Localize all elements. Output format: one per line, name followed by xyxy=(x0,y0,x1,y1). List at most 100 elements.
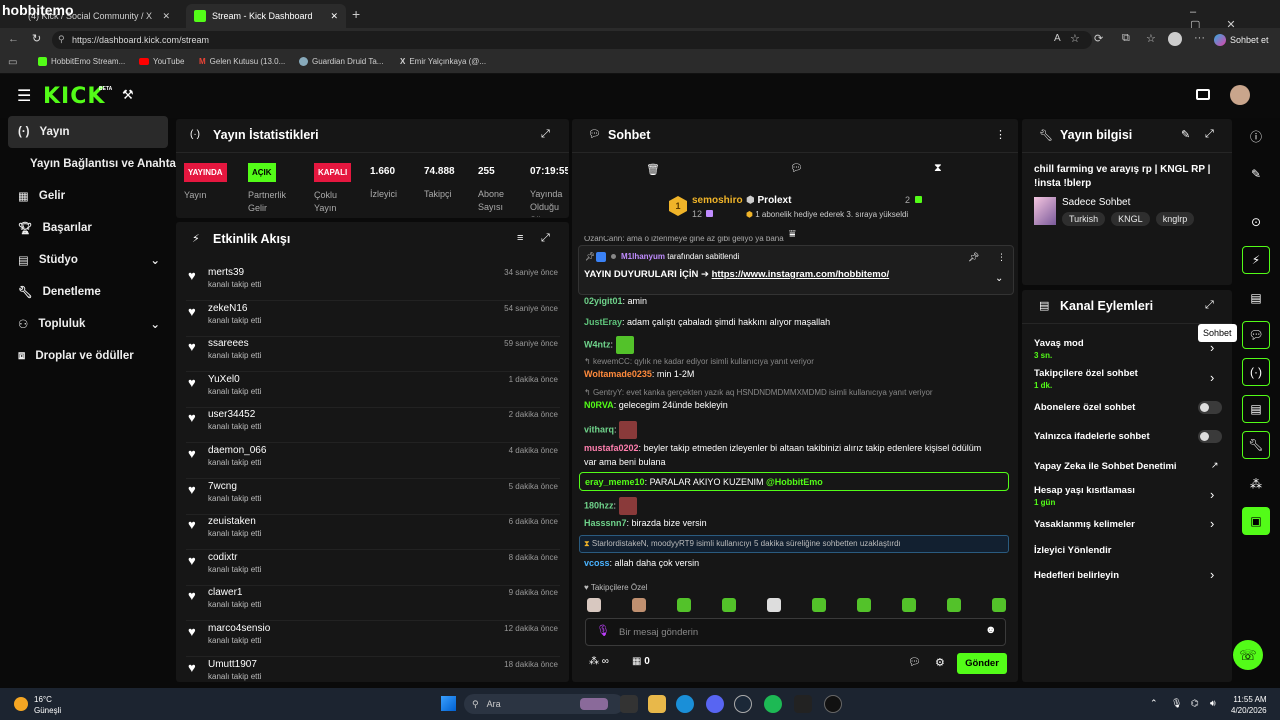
emote-button[interactable] xyxy=(992,598,1006,612)
chevron-right-icon[interactable]: › xyxy=(1210,567,1214,582)
split-screen-icon[interactable]: ⧉ xyxy=(1122,32,1130,45)
new-tab-icon[interactable]: + xyxy=(352,6,360,22)
more-vertical-icon[interactable]: ⋮ xyxy=(997,252,1006,263)
action-goals[interactable]: Hedefleri belirleyin xyxy=(1034,570,1119,581)
emote-button[interactable] xyxy=(722,598,736,612)
extensions-icon[interactable]: ⟳ xyxy=(1094,32,1103,45)
community-icon[interactable]: ⁂ xyxy=(1242,470,1270,498)
tab-kick-dashboard[interactable]: Stream - Kick Dashboard ✕ xyxy=(186,4,346,28)
emote-button[interactable] xyxy=(767,598,781,612)
send-button[interactable]: Gönder xyxy=(957,653,1007,674)
chevron-right-icon[interactable]: › xyxy=(1210,516,1214,531)
microphone-icon[interactable]: 🎙︎ xyxy=(596,624,610,637)
chat-rail-icon[interactable]: 💬︎ xyxy=(1242,321,1270,349)
sidebar-item-studyo[interactable]: ▤ Stüdyo ⌄ xyxy=(8,244,168,276)
favorites-icon[interactable]: ☆ xyxy=(1146,32,1156,45)
site-info-icon[interactable]: ⚲ xyxy=(58,34,65,45)
help-button[interactable]: ☏ xyxy=(1233,640,1263,670)
network-icon[interactable]: ⌬ xyxy=(1191,698,1199,709)
event-user[interactable]: zeuistaken xyxy=(208,516,256,527)
emote-button[interactable] xyxy=(812,598,826,612)
popout-icon[interactable]: ⤢ xyxy=(541,232,550,245)
chat-username[interactable]: vitharq xyxy=(584,424,614,434)
read-aloud-icon[interactable]: A xyxy=(1054,33,1061,44)
edge-icon[interactable] xyxy=(676,695,694,713)
sidebar-item-droplar[interactable]: ⧈ Droplar ve ödüller xyxy=(8,340,168,372)
trash-icon[interactable]: 🗑︎ xyxy=(646,163,660,176)
user-avatar[interactable] xyxy=(1230,85,1250,105)
event-user[interactable]: daemon_066 xyxy=(208,445,266,456)
bookmark-item[interactable]: YouTube xyxy=(139,57,184,66)
hamburger-menu-icon[interactable]: ☰ xyxy=(17,86,31,106)
emoji-icon[interactable]: ☻ xyxy=(985,624,997,636)
sidebar-item-gelir[interactable]: ▦ Gelir xyxy=(8,180,168,212)
event-user[interactable]: marco4sensio xyxy=(208,623,270,634)
volume-icon[interactable]: 🔊︎ xyxy=(1210,698,1216,709)
action-ai-moderation[interactable]: Yapay Zeka ile Sohbet Denetimi xyxy=(1034,461,1177,472)
kick-app-icon[interactable]: ▣ xyxy=(1242,507,1270,535)
emotes-only-toggle[interactable] xyxy=(1198,430,1222,443)
chat-username[interactable]: 180hzz xyxy=(584,500,614,510)
tag[interactable]: KNGL xyxy=(1111,212,1150,226)
clock[interactable]: 11:55 AM 4/20/2026 xyxy=(1231,694,1267,716)
obs-icon[interactable] xyxy=(824,695,842,713)
chat-mention[interactable]: @HobbitEmo xyxy=(766,477,823,487)
tag[interactable]: Turkish xyxy=(1062,212,1106,226)
category-name[interactable]: Sadece Sohbet xyxy=(1062,197,1130,208)
windows-start-icon[interactable] xyxy=(441,696,456,711)
bookmark-item[interactable]: Guardian Druid Ta... xyxy=(299,57,383,66)
action-followers-only[interactable]: Takipçilere özel sohbet 1 dk. xyxy=(1034,368,1138,390)
theater-mode-icon[interactable] xyxy=(1196,89,1210,100)
file-explorer-icon[interactable] xyxy=(648,695,666,713)
event-user[interactable]: codixtr xyxy=(208,552,237,563)
emote-button[interactable] xyxy=(947,598,961,612)
camera-icon[interactable]: ⊙ xyxy=(1242,208,1270,236)
popout-icon[interactable]: ⤢ xyxy=(1205,128,1214,141)
sidebar-item-yayin[interactable]: (·) Yayın xyxy=(8,116,168,148)
profile-avatar[interactable] xyxy=(1168,32,1182,46)
chat-settings-bubble-icon[interactable]: 💬︎ xyxy=(908,657,921,668)
microphone-icon[interactable]: 🎙︎ xyxy=(1171,698,1182,709)
emote-button[interactable] xyxy=(632,598,646,612)
external-link-icon[interactable]: ↗ xyxy=(1211,460,1219,471)
terminal-icon[interactable] xyxy=(794,695,812,713)
bookmarks-menu-icon[interactable]: ▭ xyxy=(8,57,17,68)
favorite-star-icon[interactable]: ☆ xyxy=(1070,32,1080,45)
emote-button[interactable] xyxy=(587,598,601,612)
close-icon[interactable]: ✕ xyxy=(330,11,338,22)
action-slow-mode[interactable]: Yavaş mod 3 sn. xyxy=(1034,338,1084,360)
event-user[interactable]: zekeN16 xyxy=(208,303,247,314)
chevron-down-icon[interactable]: ⌄ xyxy=(995,273,1003,284)
chevron-right-icon[interactable]: › xyxy=(1210,487,1214,502)
chat-username[interactable]: eray_meme10 xyxy=(585,477,645,487)
points-row[interactable]: ⁂ ∞ xyxy=(589,656,609,667)
popout-icon[interactable]: ⤢ xyxy=(541,128,550,141)
chat-username[interactable]: N0RVA xyxy=(584,400,614,410)
close-icon[interactable]: ✕ xyxy=(162,11,170,22)
popout-icon[interactable]: ⤢ xyxy=(1205,299,1214,312)
filter-icon[interactable]: ≡ xyxy=(517,232,523,244)
tag[interactable]: knglrp xyxy=(1155,212,1195,226)
event-user[interactable]: YuXel0 xyxy=(208,374,240,385)
broadcast-icon[interactable]: (·) xyxy=(1242,358,1270,386)
chat-icon[interactable]: 💬︎ xyxy=(790,163,803,174)
more-vertical-icon[interactable]: ⋮ xyxy=(995,128,1006,141)
chevron-right-icon[interactable]: › xyxy=(1210,340,1214,355)
collapse-icon[interactable]: ⩸ xyxy=(789,228,796,241)
action-banned-words[interactable]: Yasaklanmış kelimeler xyxy=(1034,519,1135,530)
chat-username[interactable]: mustafa0202 xyxy=(584,443,639,453)
discord-icon[interactable] xyxy=(706,695,724,713)
event-user[interactable]: clawer1 xyxy=(208,587,242,598)
hourglass-icon[interactable]: ⧗ xyxy=(934,162,942,175)
info-icon[interactable]: ⓘ xyxy=(1242,122,1270,150)
kick-logo[interactable]: KICK xyxy=(43,84,105,109)
channel-actions-icon[interactable]: ▤ xyxy=(1242,395,1270,423)
chevron-right-icon[interactable]: › xyxy=(1210,370,1214,385)
chat-username[interactable]: Woltamade0235 xyxy=(584,369,652,379)
chat-username[interactable]: Hasssnn7 xyxy=(584,518,627,528)
copilot-button[interactable]: Sohbet et xyxy=(1214,31,1269,49)
bookmark-item[interactable]: HobbitEmo Stream... xyxy=(38,57,125,66)
sidebar-item-basarilar[interactable]: 🏆︎ Başarılar xyxy=(8,212,168,244)
bookmark-item[interactable]: X Emir Yalçınkaya (@... xyxy=(400,57,486,66)
sidebar-item-denetleme[interactable]: 🔧︎ Denetleme xyxy=(8,276,168,308)
